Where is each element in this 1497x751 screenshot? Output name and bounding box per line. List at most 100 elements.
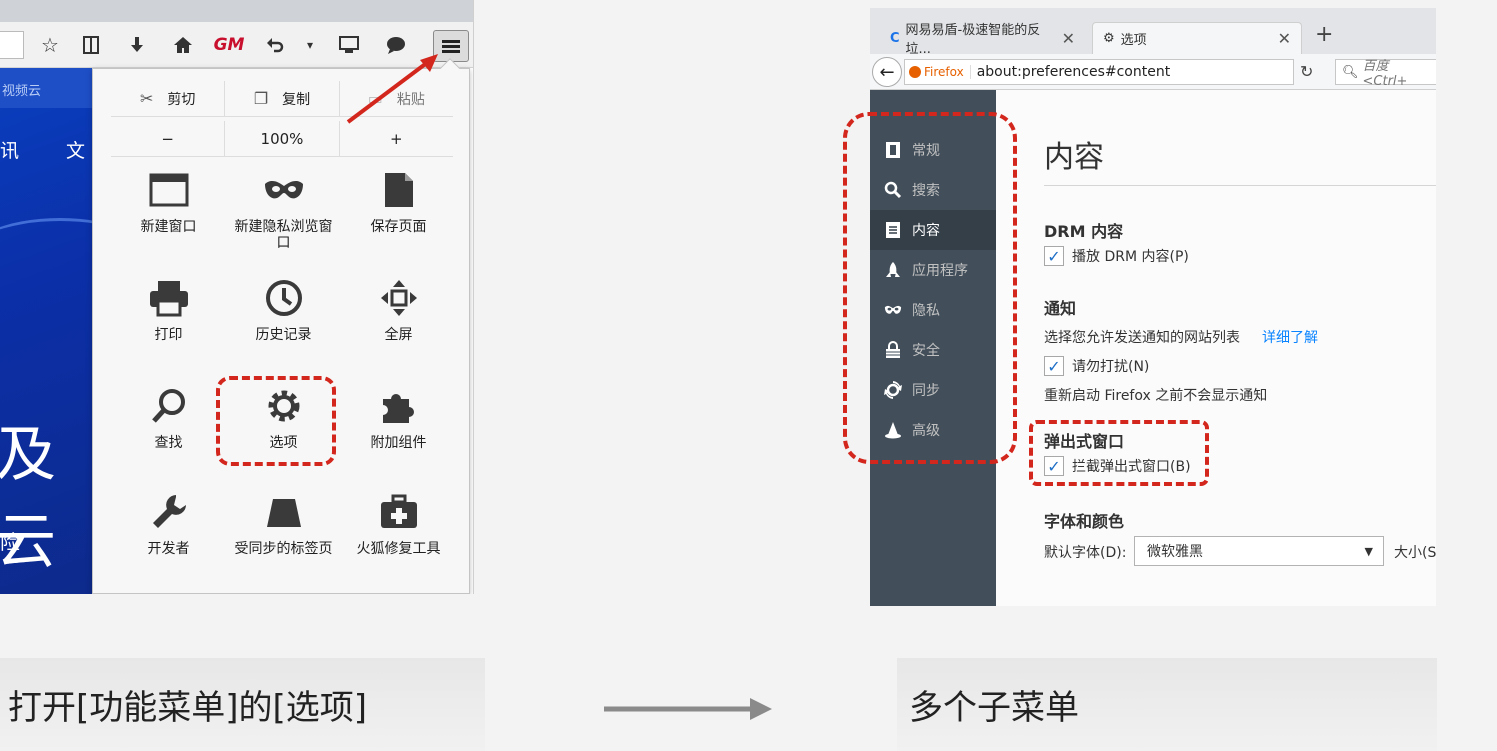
save-page-icon [378,169,420,211]
print-button[interactable]: 打印 [111,277,226,377]
developer-wrench-icon [148,491,190,533]
fullscreen-label: 全屏 [384,327,413,343]
popup-highlight-box [1029,420,1209,486]
drm-section-title: DRM 内容 [1044,222,1124,241]
fullscreen-icon [378,277,420,319]
url-bar-edge[interactable] [0,31,24,59]
heading-divider [1044,185,1436,186]
checkbox-checked[interactable]: ✓ [1044,246,1064,266]
new-window-icon [148,169,190,211]
find-magnifier-icon [148,385,190,427]
do-not-disturb-label[interactable]: 请勿打扰(N) [1072,356,1149,376]
arrow-right-icon [604,698,772,720]
site-nav-item[interactable]: 讯 [0,136,19,163]
history-clock-icon [263,277,305,319]
save-page-button[interactable]: 保存页面 [341,169,456,269]
private-window-label: 新建隐私浏览窗口 [234,219,333,251]
repair-toolkit-icon [378,491,420,533]
default-font-select[interactable]: 微软雅黑 ▼ [1134,536,1384,566]
history-button[interactable]: 历史记录 [226,277,341,377]
zoom-out-button[interactable]: − [111,121,226,156]
site-top-text: 视频云 [2,84,42,99]
tab-options[interactable]: ⚙ 选项 ✕ [1092,22,1302,54]
find-label: 查找 [154,435,183,451]
drm-checkbox-label[interactable]: 播放 DRM 内容(P) [1072,246,1189,266]
caption-left: 打开[功能菜单]的[选项] [0,658,485,751]
notifications-text: 选择您允许发送通知的网站列表 [1044,330,1240,346]
synced-tabs-label: 受同步的标签页 [234,541,333,557]
identity-box[interactable]: Firefox [905,65,971,79]
zoom-reset-button[interactable]: 100% [225,121,340,156]
reload-icon[interactable]: ↻ [1300,62,1313,81]
close-tab-icon[interactable]: ✕ [1278,29,1291,48]
netease-favicon-icon: C [890,30,900,46]
search-input[interactable]: 🔍︎ 百度 <Ctrl+ [1335,59,1436,89]
site-sub-text: 险 [0,530,20,554]
copy-label: 复制 [282,91,311,108]
options-highlight-box [216,376,336,466]
sidebar-highlight-box [843,112,1017,464]
addons-button[interactable]: 附加组件 [341,385,456,485]
search-icon: 🔍︎ [1342,64,1359,80]
print-label: 打印 [154,327,183,343]
tab-strip [0,0,473,22]
caption-right: 多个子菜单 [897,658,1437,751]
notifications-description: 选择您允许发送通知的网站列表 详细了解 [1044,327,1318,347]
url-bar[interactable]: Firefox about:preferences#content [904,59,1294,85]
font-size-label: 大小(S [1394,545,1436,561]
star-icon[interactable]: ☆ [36,32,64,58]
firefox-logo-icon [909,66,921,78]
url-text: about:preferences#content [976,64,1171,80]
notifications-section-title: 通知 [1044,299,1077,318]
dropdown-icon[interactable]: ▾ [296,32,324,58]
drm-checkbox-row[interactable]: ✓ 播放 DRM 内容(P) [1044,246,1189,266]
fullscreen-button[interactable]: 全屏 [341,277,456,377]
copy-icon: ❐ [253,89,269,108]
search-placeholder: 百度 <Ctrl+ [1362,59,1408,89]
back-button[interactable]: ← [872,57,902,87]
preferences-content: 内容 DRM 内容 ✓ 播放 DRM 内容(P) 通知 选择您允许发送通知的网站… [996,90,1436,606]
tab-title: 网易易盾-极速智能的反垃... [905,23,1041,57]
new-tab-button[interactable]: + [1315,22,1333,47]
website-background: 视频云 讯 文 及云 险 [0,68,95,594]
fonts-section-title: 字体和颜色 [1044,512,1125,531]
do-not-disturb-row[interactable]: ✓ 请勿打扰(N) [1044,356,1149,376]
firefox-main-menu: ✂ 剪切 ❐ 复制 ▭ 粘贴 − 100% + 新建窗口 新建隐私浏览窗口 保存… [92,58,470,594]
decorative-wave [0,218,95,308]
tab-bar: C 网易易盾-极速智能的反垃... ✕ ⚙ 选项 ✕ + [870,8,1436,57]
addons-label: 附加组件 [370,435,427,451]
home-icon[interactable] [169,32,197,58]
checkbox-checked[interactable]: ✓ [1044,356,1064,376]
default-font-label: 默认字体(D): [1044,545,1127,561]
new-window-button[interactable]: 新建窗口 [111,169,226,269]
cut-button[interactable]: ✂ 剪切 [111,81,226,116]
copy-button[interactable]: ❐ 复制 [225,81,340,116]
developer-label: 开发者 [147,541,190,557]
save-page-label: 保存页面 [370,219,427,235]
restart-note: 重新启动 Firefox 之前不会显示通知 [1044,388,1268,404]
identity-label: Firefox [924,65,964,79]
left-screenshot: ☆ GM ▾ 视频云 讯 文 及云 险 ✂ 剪切 ❐ 复制 ▭ 粘贴 − 100… [0,0,474,594]
site-nav-item[interactable]: 文 [66,136,85,163]
repair-toolkit-label: 火狐修复工具 [356,541,441,557]
back-arrow-icon: ← [879,61,895,83]
synced-tabs-icon [263,491,305,533]
navigation-bar: ← Firefox about:preferences#content ↻ 🔍︎… [870,54,1436,90]
scissors-icon: ✂ [139,89,154,108]
learn-more-link[interactable]: 详细了解 [1262,330,1318,346]
tab-netease[interactable]: C 网易易盾-极速智能的反垃... ✕ [880,22,1085,57]
gm-icon[interactable]: GM [214,32,245,58]
red-annotation-arrow [346,54,438,124]
history-label: 历史记录 [255,327,312,343]
find-button[interactable]: 查找 [111,385,226,485]
download-icon[interactable] [123,32,151,58]
reading-list-icon[interactable] [77,32,105,58]
undo-icon[interactable] [261,32,289,58]
repair-toolkit-button[interactable]: 火狐修复工具 [341,491,456,591]
close-tab-icon[interactable]: ✕ [1062,29,1075,48]
developer-button[interactable]: 开发者 [111,491,226,591]
chevron-down-icon: ▼ [1364,544,1373,558]
private-window-button[interactable]: 新建隐私浏览窗口 [226,169,341,269]
synced-tabs-button[interactable]: 受同步的标签页 [226,491,341,591]
cut-label: 剪切 [167,91,196,108]
